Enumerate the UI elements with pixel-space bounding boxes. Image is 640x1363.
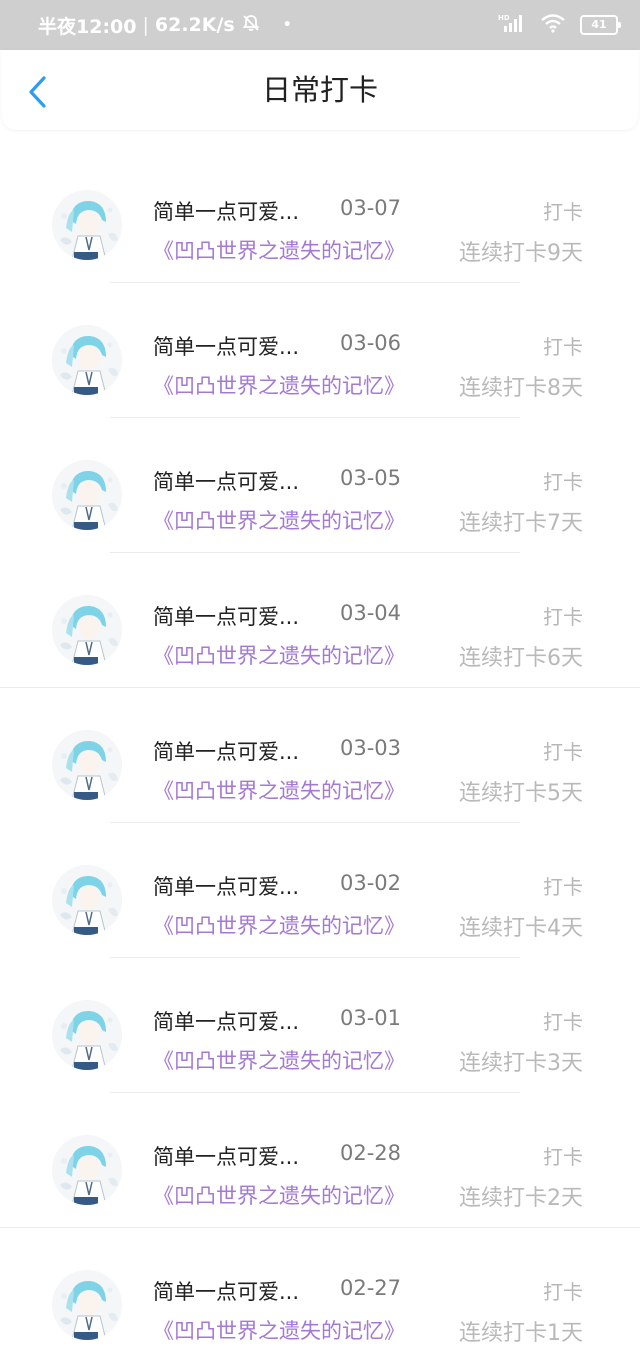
- avatar[interactable]: [52, 1000, 122, 1070]
- user-name: 简单一点可爱...: [153, 1010, 300, 1034]
- user-name: 简单一点可爱...: [153, 335, 300, 359]
- checkin-button[interactable]: 打卡: [543, 466, 583, 495]
- notification-dot-icon: •: [282, 17, 292, 33]
- checkin-streak: 连续打卡6天: [459, 646, 583, 671]
- user-name: 简单一点可爱...: [153, 1145, 300, 1169]
- checkin-button[interactable]: 打卡: [543, 1006, 583, 1035]
- checkin-streak: 连续打卡5天: [459, 781, 583, 806]
- avatar[interactable]: [52, 460, 122, 530]
- checkin-button[interactable]: 打卡: [543, 736, 583, 765]
- book-title[interactable]: 《凹凸世界之遗失的记忆》: [153, 1180, 405, 1210]
- user-name: 简单一点可爱...: [153, 605, 300, 629]
- checkin-button[interactable]: 打卡: [543, 331, 583, 360]
- checkin-button[interactable]: 打卡: [543, 601, 583, 630]
- avatar-illustration-icon: [52, 1270, 122, 1340]
- checkin-streak: 连续打卡9天: [459, 241, 583, 266]
- checkin-button[interactable]: 打卡: [543, 871, 583, 900]
- checkin-date: 03-02: [340, 871, 402, 895]
- book-title[interactable]: 《凹凸世界之遗失的记忆》: [153, 910, 405, 940]
- cellular-signal-icon: HD: [498, 12, 526, 39]
- avatar[interactable]: [52, 595, 122, 665]
- page-title: 日常打卡: [261, 73, 378, 107]
- avatar-illustration-icon: [52, 190, 122, 260]
- avatar-illustration-icon: [52, 865, 122, 935]
- checkin-streak: 连续打卡1天: [459, 1321, 583, 1346]
- user-name: 简单一点可爱...: [153, 740, 300, 764]
- book-title[interactable]: 《凹凸世界之遗失的记忆》: [153, 235, 405, 265]
- battery-icon: 41: [580, 15, 621, 35]
- checkin-list-item[interactable]: 简单一点可爱... 03-02 打卡 《凹凸世界之遗失的记忆》 连续打卡4天: [0, 823, 640, 958]
- checkin-date: 03-03: [340, 736, 402, 760]
- network-type-label: HD: [498, 14, 510, 22]
- avatar-illustration-icon: [52, 1000, 122, 1070]
- checkin-button[interactable]: 打卡: [543, 1276, 583, 1305]
- book-title[interactable]: 《凹凸世界之遗失的记忆》: [153, 775, 405, 805]
- checkin-date: 03-04: [340, 601, 402, 625]
- checkin-list-item[interactable]: 简单一点可爱... 03-03 打卡 《凹凸世界之遗失的记忆》 连续打卡5天: [0, 688, 640, 823]
- status-network-speed: 62.2K/s: [154, 14, 235, 36]
- book-title[interactable]: 《凹凸世界之遗失的记忆》: [153, 505, 405, 535]
- checkin-list-item[interactable]: 简单一点可爱... 03-05 打卡 《凹凸世界之遗失的记忆》 连续打卡7天: [0, 418, 640, 553]
- checkin-streak: 连续打卡4天: [459, 916, 583, 941]
- user-name: 简单一点可爱...: [153, 470, 300, 494]
- wifi-icon: [540, 13, 566, 38]
- checkin-streak: 连续打卡7天: [459, 511, 583, 536]
- book-title[interactable]: 《凹凸世界之遗失的记忆》: [153, 1315, 405, 1345]
- book-title[interactable]: 《凹凸世界之遗失的记忆》: [153, 640, 405, 670]
- avatar[interactable]: [52, 730, 122, 800]
- checkin-list-item[interactable]: 简单一点可爱... 03-04 打卡 《凹凸世界之遗失的记忆》 连续打卡6天: [0, 553, 640, 688]
- checkin-date: 03-05: [340, 466, 402, 490]
- checkin-date: 03-06: [340, 331, 402, 355]
- checkin-list-item[interactable]: 简单一点可爱... 02-28 打卡 《凹凸世界之遗失的记忆》 连续打卡2天: [0, 1093, 640, 1228]
- checkin-date: 02-28: [340, 1141, 402, 1165]
- avatar[interactable]: [52, 190, 122, 260]
- checkin-streak: 连续打卡8天: [459, 376, 583, 401]
- mute-bell-icon: [241, 13, 261, 38]
- book-title[interactable]: 《凹凸世界之遗失的记忆》: [153, 1045, 405, 1075]
- avatar-illustration-icon: [52, 1135, 122, 1205]
- user-name: 简单一点可爱...: [153, 875, 300, 899]
- avatar-illustration-icon: [52, 460, 122, 530]
- checkin-list-item[interactable]: 简单一点可爱... 03-01 打卡 《凹凸世界之遗失的记忆》 连续打卡3天: [0, 958, 640, 1093]
- avatar-illustration-icon: [52, 325, 122, 395]
- checkin-date: 02-27: [340, 1276, 402, 1300]
- checkin-streak: 连续打卡2天: [459, 1186, 583, 1211]
- checkin-list-item[interactable]: 简单一点可爱... 03-07 打卡 《凹凸世界之遗失的记忆》 连续打卡9天: [0, 148, 640, 283]
- avatar[interactable]: [52, 1270, 122, 1340]
- checkin-list-item[interactable]: 简单一点可爱... 03-06 打卡 《凹凸世界之遗失的记忆》 连续打卡8天: [0, 283, 640, 418]
- status-separator: |: [142, 14, 149, 36]
- checkin-button[interactable]: 打卡: [543, 196, 583, 225]
- status-time: 半夜12:00: [38, 15, 137, 38]
- avatar[interactable]: [52, 325, 122, 395]
- checkin-button[interactable]: 打卡: [543, 1141, 583, 1170]
- avatar-illustration-icon: [52, 595, 122, 665]
- checkin-date: 03-07: [340, 196, 402, 220]
- avatar[interactable]: [52, 1135, 122, 1205]
- checkin-streak: 连续打卡3天: [459, 1051, 583, 1076]
- checkin-date: 03-01: [340, 1006, 402, 1030]
- avatar-illustration-icon: [52, 730, 122, 800]
- user-name: 简单一点可爱...: [153, 200, 300, 224]
- checkin-list-item[interactable]: 简单一点可爱... 02-27 打卡 《凹凸世界之遗失的记忆》 连续打卡1天: [0, 1228, 640, 1363]
- user-name: 简单一点可爱...: [153, 1280, 300, 1304]
- avatar[interactable]: [52, 865, 122, 935]
- book-title[interactable]: 《凹凸世界之遗失的记忆》: [153, 370, 405, 400]
- checkin-list: 简单一点可爱... 03-07 打卡 《凹凸世界之遗失的记忆》 连续打卡9天 简…: [0, 148, 640, 1363]
- nav-bar: 日常打卡: [2, 50, 638, 130]
